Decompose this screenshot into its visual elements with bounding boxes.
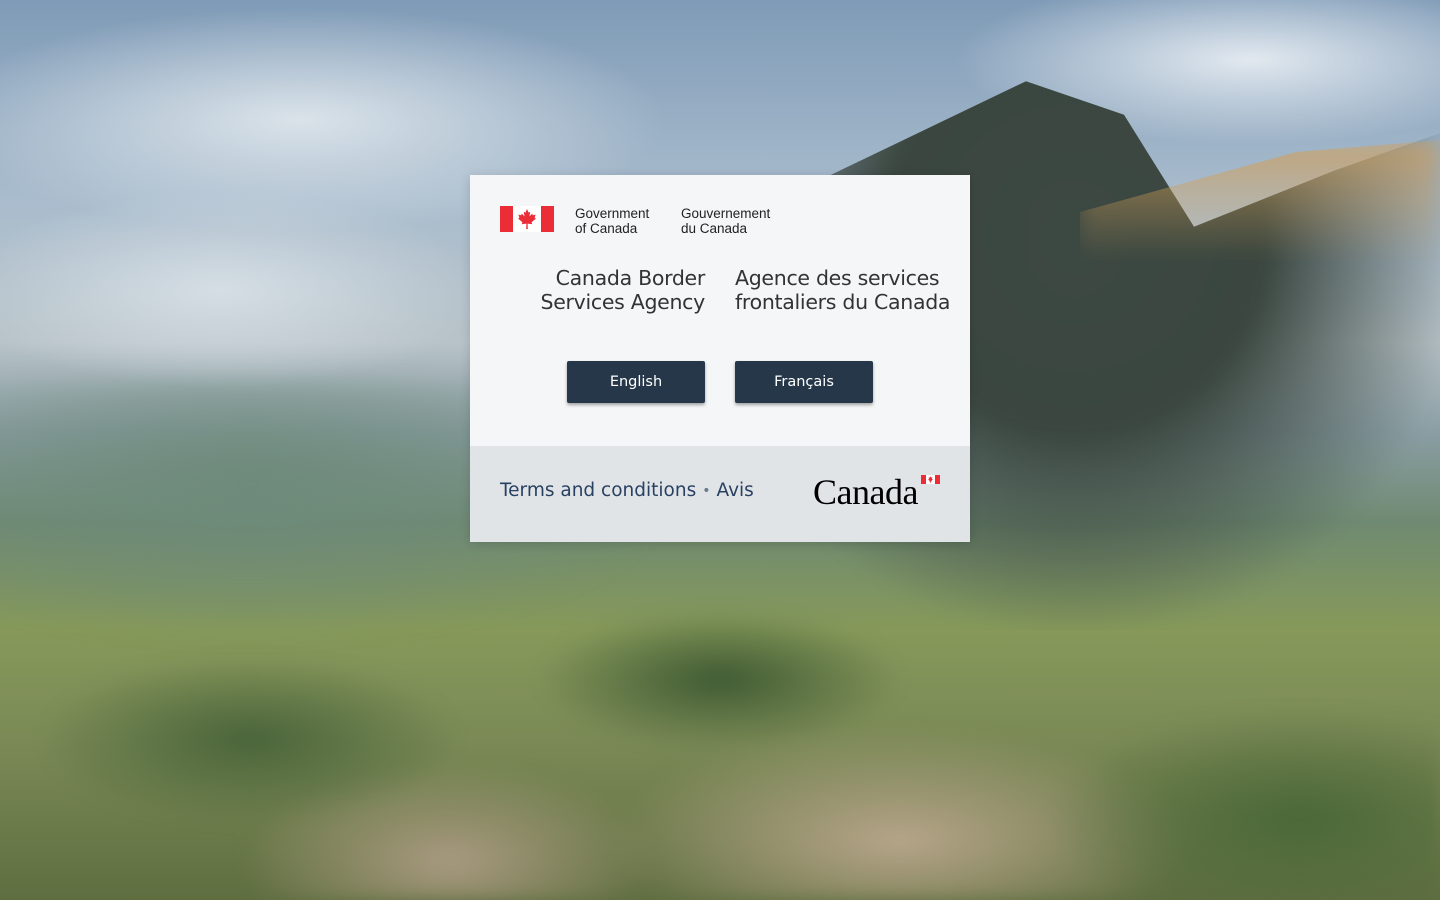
canada-wordmark-text: Canada [813,472,918,512]
signature-en-line2: of Canada [575,221,638,236]
agency-name-french: Agence des services frontaliers du Canad… [735,266,951,314]
language-splash-card: Government of Canada Gouvernement du Can… [470,175,970,542]
canada-flag-icon [500,206,554,232]
avis-link[interactable]: Avis [717,480,754,501]
card-footer: Terms and conditions • Avis Canada [470,446,970,542]
signature-fr-line2: du Canada [681,221,748,236]
government-signature: Government of Canada Gouvernement du Can… [500,206,770,236]
signature-english: Government of Canada [575,206,675,236]
signature-french: Gouvernement du Canada [681,206,801,236]
card-main: Government of Canada Gouvernement du Can… [470,175,970,446]
signature-fr-line1: Gouvernement [681,206,771,221]
english-button[interactable]: English [567,361,705,403]
agency-name-english: Canada Border Services Agency [540,266,705,314]
footer-separator: • [702,482,711,499]
background-valley [0,560,1440,900]
terms-and-conditions-link[interactable]: Terms and conditions [500,480,696,501]
signature-en-line1: Government [575,206,650,221]
francais-button[interactable]: Français [735,361,873,403]
canada-wordmark: Canada [813,474,940,510]
footer-links: Terms and conditions • Avis [500,480,754,501]
wordmark-flag-icon [921,475,940,484]
